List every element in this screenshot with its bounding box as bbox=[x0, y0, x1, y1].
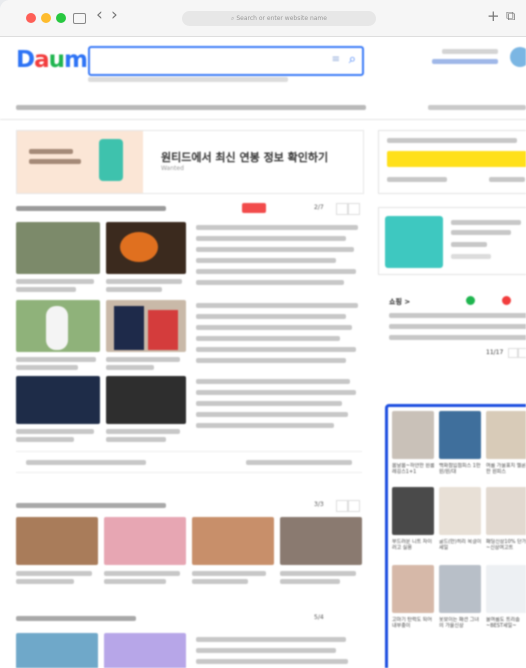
shopping-option-icon[interactable] bbox=[466, 296, 475, 305]
product-image-4[interactable] bbox=[392, 487, 434, 535]
product-image-3[interactable] bbox=[486, 411, 526, 459]
product-image-7[interactable] bbox=[392, 565, 434, 613]
product-image-1[interactable] bbox=[392, 411, 434, 459]
back-button[interactable]: ‹ bbox=[96, 7, 103, 24]
phone-icon bbox=[99, 139, 123, 181]
shopping-prev-button[interactable] bbox=[508, 348, 518, 358]
product-label-6[interactable]: 패딩신상10% 단가~신상여고트 bbox=[486, 539, 526, 551]
news-prev-button[interactable] bbox=[336, 203, 348, 215]
keyboard-icon[interactable]: ≡ bbox=[332, 54, 340, 65]
login-link[interactable] bbox=[432, 59, 498, 64]
product-label-7[interactable]: 고마기 탄력도 되어 내부충이 bbox=[392, 617, 436, 629]
news-thumb-2[interactable] bbox=[106, 222, 186, 274]
login-box bbox=[378, 130, 526, 194]
trending-keywords[interactable] bbox=[88, 77, 288, 82]
address-placeholder: Search or enter website name bbox=[236, 15, 327, 22]
video-page-indicator: 3/3 bbox=[314, 501, 324, 508]
product-label-2[interactable]: 백화점입점피스 1만원/원/대 bbox=[439, 463, 483, 475]
shopping-page-indicator: 11/17 bbox=[486, 349, 504, 356]
page-content: Daum ≡ ⌕ 원티드에서 최신 연봉 정보 확인하기 Wanted 2/7 … bbox=[0, 37, 526, 668]
promo-sub: Wanted bbox=[161, 165, 184, 172]
news-thumb-4[interactable] bbox=[106, 300, 186, 352]
new-tab-button[interactable]: + bbox=[487, 8, 500, 24]
news-thumb-5[interactable] bbox=[16, 376, 100, 424]
browser-titlebar: ‹ › ⌕ Search or enter website name + ⧉ bbox=[0, 0, 526, 37]
video-tabs[interactable] bbox=[16, 503, 166, 508]
avatar[interactable] bbox=[510, 47, 526, 67]
video-thumb-1[interactable] bbox=[16, 517, 98, 565]
product-image-8[interactable] bbox=[439, 565, 481, 613]
forward-button[interactable]: › bbox=[111, 7, 118, 24]
news-source-bar[interactable] bbox=[16, 451, 362, 473]
bottom-thumb-2[interactable] bbox=[104, 633, 186, 668]
address-bar[interactable]: ⌕ Search or enter website name bbox=[182, 11, 376, 26]
daum-logo[interactable]: Daum bbox=[16, 47, 88, 73]
news-tabs[interactable] bbox=[16, 206, 166, 211]
search-icon[interactable]: ⌕ bbox=[349, 52, 356, 67]
bottom-page-indicator: 5/4 bbox=[314, 614, 324, 621]
shopping-option-icon-2[interactable] bbox=[502, 296, 511, 305]
video-prev-button[interactable] bbox=[336, 500, 348, 512]
search-input[interactable]: ≡ ⌕ bbox=[88, 46, 364, 76]
nav-menu-items[interactable] bbox=[16, 105, 366, 110]
login-text[interactable] bbox=[442, 49, 498, 54]
news-page-indicator: 2/7 bbox=[314, 204, 324, 211]
video-thumb-2[interactable] bbox=[104, 517, 186, 565]
product-label-1[interactable]: 봄날봄~하얀한 원룸레깅스1+1 bbox=[392, 463, 436, 475]
news-thumb-3[interactable] bbox=[16, 300, 100, 352]
news-next-button[interactable] bbox=[348, 203, 360, 215]
shopping-next-button[interactable] bbox=[518, 348, 526, 358]
product-label-9[interactable]: 올여름도 트리좀 ~BEST세일~ bbox=[486, 617, 526, 629]
product-image-9[interactable] bbox=[486, 565, 526, 613]
video-next-button[interactable] bbox=[348, 500, 360, 512]
sidebar-toggle-icon[interactable] bbox=[73, 13, 86, 24]
product-label-3[interactable]: 여름 가을표지 멜론한 원피스 bbox=[486, 463, 526, 475]
product-label-4[interactable]: 부드러운 니트 자이러고 실용 bbox=[392, 539, 436, 551]
minimize-window-button[interactable] bbox=[41, 13, 51, 23]
close-window-button[interactable] bbox=[26, 13, 36, 23]
promo-image bbox=[17, 131, 143, 193]
ad-box[interactable] bbox=[378, 207, 526, 275]
shopping-product-grid: 봄날봄~하얀한 원룸레깅스1+1 백화점입점피스 1만원/원/대 여름 가을표지… bbox=[385, 404, 526, 668]
service-nav bbox=[0, 95, 526, 120]
weather-info[interactable] bbox=[428, 105, 526, 110]
news-thumb-1[interactable] bbox=[16, 222, 100, 274]
product-image-2[interactable] bbox=[439, 411, 481, 459]
product-image-5[interactable] bbox=[439, 487, 481, 535]
shopping-title[interactable]: 쇼핑 > bbox=[389, 297, 410, 307]
promo-banner[interactable]: 원티드에서 최신 연봉 정보 확인하기 Wanted bbox=[16, 130, 364, 194]
live-badge bbox=[242, 203, 266, 213]
promo-title: 원티드에서 최신 연봉 정보 확인하기 bbox=[161, 151, 329, 164]
video-thumb-4[interactable] bbox=[280, 517, 362, 565]
tab-overview-button[interactable]: ⧉ bbox=[506, 9, 515, 25]
browser-window: ‹ › ⌕ Search or enter website name + ⧉ D… bbox=[0, 0, 526, 668]
product-label-5[interactable]: 골드(만)히리 목걸이 세일 bbox=[439, 539, 483, 551]
news-thumb-6[interactable] bbox=[106, 376, 186, 424]
product-image-6[interactable] bbox=[486, 487, 526, 535]
zoom-window-button[interactable] bbox=[56, 13, 66, 23]
ad-image bbox=[385, 216, 443, 268]
kakao-login-button[interactable] bbox=[387, 151, 526, 167]
bottom-thumb-1[interactable] bbox=[16, 633, 98, 668]
product-label-8[interactable]: 옷보이는 패션 그녀의 가을신상 bbox=[439, 617, 483, 629]
video-thumb-3[interactable] bbox=[192, 517, 274, 565]
bottom-tabs[interactable] bbox=[16, 616, 136, 621]
